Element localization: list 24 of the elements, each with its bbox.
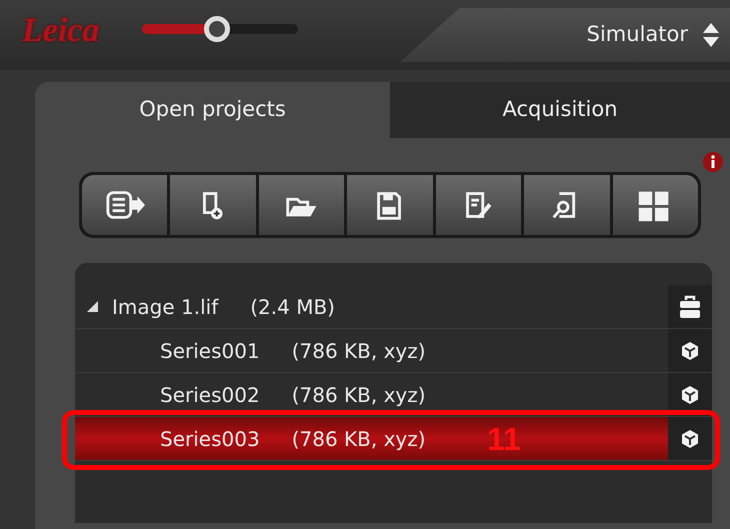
cube-icon[interactable] <box>679 384 701 406</box>
toolbar-button[interactable] <box>82 175 168 235</box>
toolbar-button[interactable] <box>347 175 433 235</box>
toolbar-button[interactable] <box>436 175 522 235</box>
tree-row[interactable]: Series003 (786 KB, xyz) 11 <box>75 417 668 460</box>
tree-row[interactable]: Series001 (786 KB, xyz) <box>75 329 668 372</box>
info-icon[interactable] <box>702 151 724 173</box>
tree-row[interactable]: Series002 (786 KB, xyz) <box>75 373 668 416</box>
logo: Leica <box>20 11 100 51</box>
briefcase-icon[interactable] <box>678 294 702 318</box>
cube-icon[interactable] <box>679 340 701 362</box>
toolbar-button[interactable] <box>258 175 344 235</box>
file-name[interactable]: Image 1.lif <box>112 292 218 322</box>
mode-dropdown[interactable]: Simulator <box>400 8 730 62</box>
callout-number: 11 <box>487 420 521 458</box>
spinner-arrows-icon <box>702 22 720 48</box>
cube-icon[interactable] <box>679 428 701 450</box>
file-size: (2.4 MB) <box>250 294 335 320</box>
expand-toggle-icon[interactable] <box>85 299 100 314</box>
toolbar-button[interactable] <box>170 175 256 235</box>
toolbar-button[interactable] <box>524 175 610 235</box>
slider-thumb[interactable] <box>204 16 230 42</box>
tab[interactable]: Acquisition <box>390 82 730 138</box>
toolbar-button[interactable] <box>612 175 698 235</box>
